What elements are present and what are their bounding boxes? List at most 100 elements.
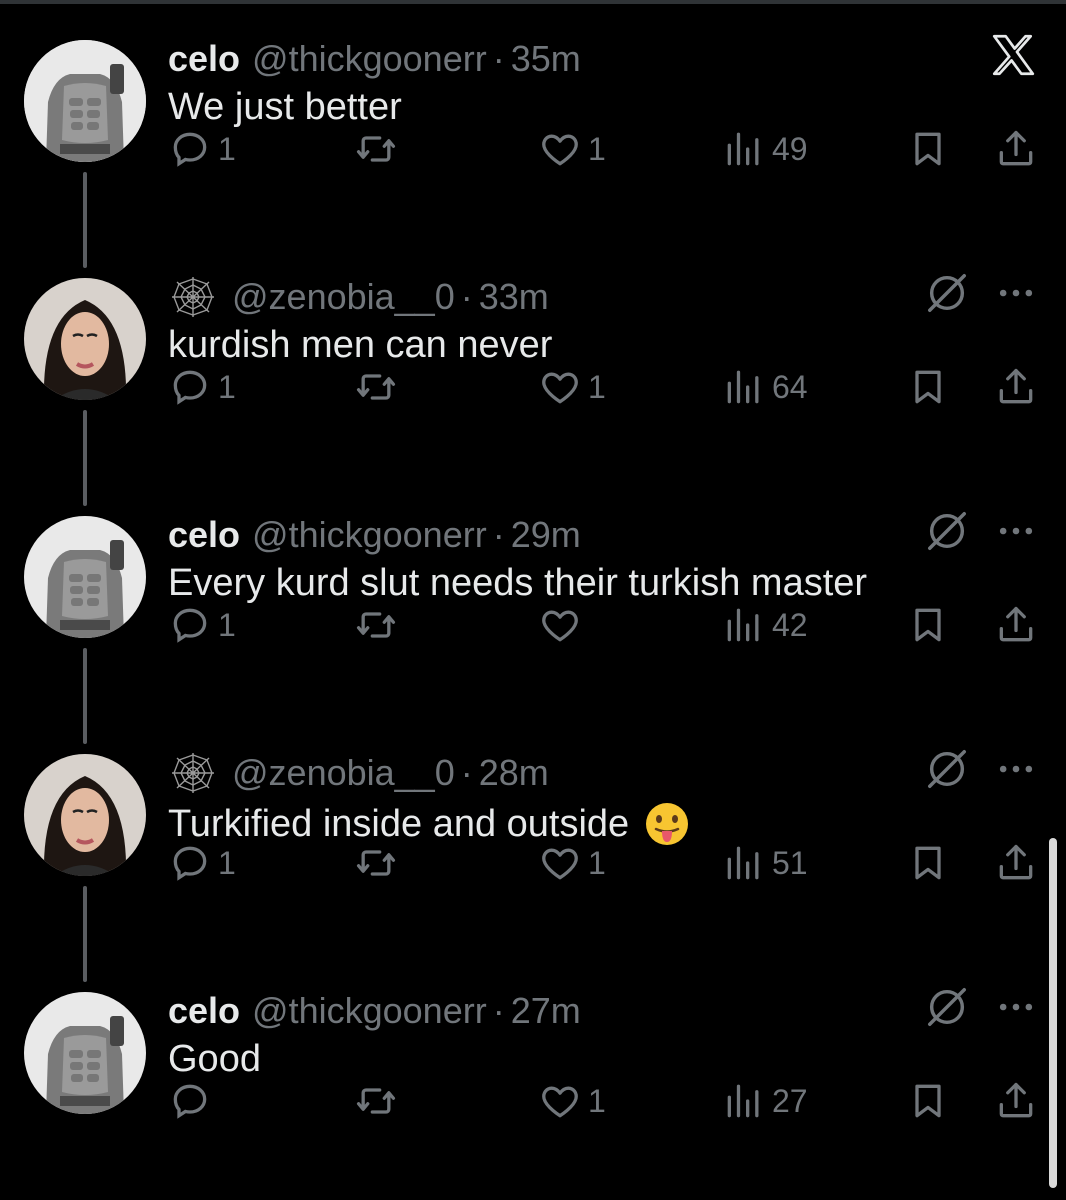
retweet-button[interactable] — [354, 1076, 404, 1126]
tweet-text-content: kurdish men can never — [168, 324, 553, 366]
handle[interactable]: @zenobia__0 — [232, 752, 455, 794]
more-options-icon[interactable] — [994, 270, 1038, 316]
display-name[interactable]: celo — [168, 38, 240, 80]
bookmark-button[interactable] — [906, 1076, 950, 1126]
more-options-icon[interactable] — [994, 746, 1038, 792]
timestamp[interactable]: 33m — [479, 276, 549, 318]
action-bar: 1 1 64 — [0, 362, 1066, 412]
like-count: 1 — [588, 1082, 606, 1119]
tweet-text-content: We just better — [168, 86, 402, 128]
reply-count: 1 — [218, 368, 236, 405]
like-count: 1 — [588, 368, 606, 405]
share-icon — [999, 844, 1033, 880]
bookmark-button[interactable] — [906, 362, 950, 412]
heart-icon — [542, 848, 578, 880]
reply-button[interactable]: 1 — [168, 124, 236, 174]
heart-icon — [542, 134, 578, 166]
tweet[interactable]: celo @thickgoonerr · 27m Good 1 27 — [0, 952, 1066, 1190]
tweet-header: celo @thickgoonerr · 35m — [168, 34, 581, 84]
views-count: 49 — [772, 130, 808, 167]
share-button[interactable] — [994, 362, 1038, 412]
reply-count: 1 — [218, 606, 236, 643]
handle[interactable]: @thickgoonerr — [252, 38, 487, 80]
bookmark-button[interactable] — [906, 838, 950, 888]
bookmark-button[interactable] — [906, 600, 950, 650]
tweet[interactable]: celo @thickgoonerr · 35m We just better … — [0, 0, 1066, 268]
share-button[interactable] — [994, 1076, 1038, 1126]
share-button[interactable] — [994, 124, 1038, 174]
tweet-text-content: Every kurd slut needs their turkish mast… — [168, 562, 868, 604]
views-button[interactable]: 49 — [722, 124, 808, 174]
share-icon — [999, 130, 1033, 166]
retweet-button[interactable] — [354, 362, 404, 412]
tweet[interactable]: @zenobia__0 · 28m Turkified inside and o… — [0, 714, 1066, 982]
like-button[interactable]: 1 — [538, 1076, 606, 1126]
like-count: 1 — [588, 844, 606, 881]
tweet[interactable]: @zenobia__0 · 33m kurdish men can never … — [0, 238, 1066, 506]
like-button[interactable]: 1 — [538, 362, 606, 412]
grok-icon[interactable] — [924, 984, 970, 1030]
scrollbar[interactable] — [1049, 838, 1057, 1188]
views-count: 64 — [772, 368, 808, 405]
timestamp[interactable]: 28m — [479, 752, 549, 794]
retweet-button[interactable] — [354, 124, 404, 174]
bookmark-icon — [915, 608, 941, 642]
grok-icon[interactable] — [924, 508, 970, 554]
spider-web-icon — [172, 277, 214, 317]
like-button[interactable]: 1 — [538, 124, 606, 174]
like-button[interactable] — [538, 600, 588, 650]
views-icon — [727, 1084, 759, 1118]
action-bar: 1 27 — [0, 1076, 1066, 1126]
views-count: 42 — [772, 606, 808, 643]
timestamp[interactable]: 27m — [511, 990, 581, 1032]
bookmark-icon — [915, 132, 941, 166]
retweet-button[interactable] — [354, 838, 404, 888]
views-icon — [727, 370, 759, 404]
views-icon — [727, 132, 759, 166]
views-button[interactable]: 64 — [722, 362, 808, 412]
views-button[interactable]: 42 — [722, 600, 808, 650]
action-bar: 1 42 — [0, 600, 1066, 650]
retweet-button[interactable] — [354, 600, 404, 650]
bookmark-icon — [915, 370, 941, 404]
share-button[interactable] — [994, 600, 1038, 650]
bookmark-button[interactable] — [906, 124, 950, 174]
handle[interactable]: @zenobia__0 — [232, 276, 455, 318]
timestamp[interactable]: 29m — [511, 514, 581, 556]
tweet-header: @zenobia__0 · 28m — [168, 748, 549, 798]
reply-button[interactable]: 1 — [168, 362, 236, 412]
more-options-icon[interactable] — [994, 984, 1038, 1030]
like-button[interactable]: 1 — [538, 838, 606, 888]
reply-icon — [173, 132, 207, 167]
display-name[interactable]: celo — [168, 514, 240, 556]
reply-icon — [173, 1084, 207, 1119]
timestamp[interactable]: 35m — [511, 38, 581, 80]
reply-button[interactable]: 1 — [168, 838, 236, 888]
separator: · — [492, 514, 505, 555]
tweet-text: We just better — [168, 86, 402, 129]
grok-icon[interactable] — [924, 270, 970, 316]
share-icon — [999, 1082, 1033, 1118]
views-button[interactable]: 27 — [722, 1076, 808, 1126]
more-options-icon[interactable] — [994, 508, 1038, 554]
like-count: 1 — [588, 130, 606, 167]
grok-icon[interactable] — [924, 746, 970, 792]
tweet-header: celo @thickgoonerr · 29m — [168, 510, 581, 560]
views-button[interactable]: 51 — [722, 838, 808, 888]
separator: · — [460, 752, 473, 793]
handle[interactable]: @thickgoonerr — [252, 514, 487, 556]
reply-button[interactable]: 1 — [168, 600, 236, 650]
share-button[interactable] — [994, 838, 1038, 888]
handle[interactable]: @thickgoonerr — [252, 990, 487, 1032]
tweet-text-content: Good — [168, 1038, 261, 1080]
views-count: 51 — [772, 844, 808, 881]
spider-web-icon — [172, 753, 214, 793]
separator: · — [492, 990, 505, 1031]
display-name[interactable]: celo — [168, 990, 240, 1032]
tweet[interactable]: celo @thickgoonerr · 29m Every kurd slut… — [0, 476, 1066, 744]
separator: · — [460, 276, 473, 317]
separator: · — [492, 38, 505, 79]
x-logo-icon[interactable] — [988, 30, 1038, 80]
heart-icon — [542, 1086, 578, 1118]
reply-button[interactable] — [168, 1076, 218, 1126]
